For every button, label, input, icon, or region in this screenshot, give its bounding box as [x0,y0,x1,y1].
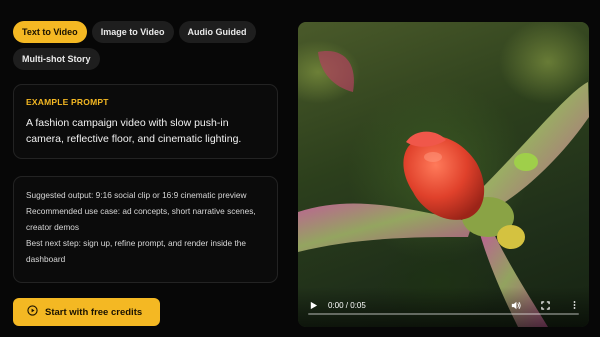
video-controls: 0:00 / 0:05 [298,287,589,327]
more-options-icon[interactable] [569,300,579,310]
next-step-line: Best next step: sign up, refine prompt, … [26,238,246,264]
tab-audio-guided[interactable]: Audio Guided [178,21,256,43]
volume-icon[interactable] [511,300,521,310]
fullscreen-icon[interactable] [540,300,550,310]
output-info-card: Suggested output: 9:16 social clip or 16… [13,176,278,283]
video-progress-bar[interactable] [308,313,579,315]
start-free-credits-label: Start with free credits [45,306,143,318]
video-time: 0:00 / 0:05 [328,300,366,310]
play-icon[interactable] [308,300,318,310]
example-prompt-heading: EXAMPLE PROMPT [26,97,109,107]
video-player[interactable]: 0:00 / 0:05 [298,22,589,327]
example-prompt-card: EXAMPLE PROMPT A fashion campaign video … [13,84,278,159]
recommended-use-case-line: Recommended use case: ad concepts, short… [26,206,256,232]
flower-bud-image [298,51,589,327]
example-prompt-text: A fashion campaign video with slow push-… [26,117,242,145]
play-circle-icon [27,305,38,319]
tab-multi-shot-story[interactable]: Multi-shot Story [13,48,100,70]
tab-text-to-video[interactable]: Text to Video [13,21,87,43]
start-free-credits-button[interactable]: Start with free credits [13,298,160,326]
tab-image-to-video[interactable]: Image to Video [91,21,174,43]
suggested-output-line: Suggested output: 9:16 social clip or 16… [26,190,247,200]
mode-tabs: Text to Video Image to Video Audio Guide… [13,21,283,70]
